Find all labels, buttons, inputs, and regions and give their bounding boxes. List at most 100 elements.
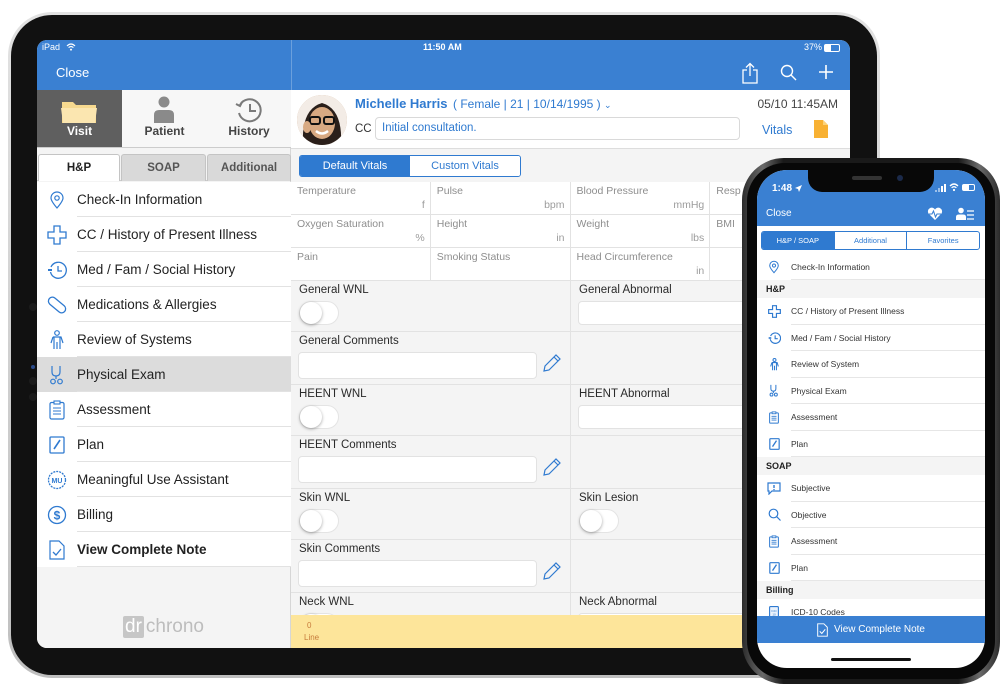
heent-wnl-toggle[interactable]: [299, 405, 339, 429]
pencil-icon[interactable]: [542, 457, 562, 477]
vital-height[interactable]: Height in: [430, 215, 571, 247]
phone-item-cc-hpi[interactable]: CC / History of Present Illness: [757, 298, 985, 325]
phone-item-med-fam-social[interactable]: Med / Fam / Social History: [757, 324, 985, 351]
pen-note-icon: [757, 561, 791, 574]
vitals-link[interactable]: Vitals: [762, 123, 792, 137]
menu-item-check-in[interactable]: Check-In Information: [37, 182, 291, 217]
phone-item-soap-assessment[interactable]: Assessment: [757, 528, 985, 555]
body-icon: [757, 357, 791, 371]
phone-item-label: Subjective: [791, 483, 831, 494]
phone-item-assessment[interactable]: Assessment: [757, 404, 985, 431]
left-panel: Visit Patient History H&P SOAP Additiona…: [37, 90, 291, 648]
phone-item-plan[interactable]: Plan: [757, 430, 985, 457]
sensor-dot: [29, 377, 37, 385]
phone-view-complete-note-button[interactable]: View Complete Note: [757, 616, 985, 643]
pencil-icon[interactable]: [542, 561, 562, 581]
skin-lesion-toggle[interactable]: [579, 509, 619, 533]
phone-item-check-in[interactable]: Check-In Information: [757, 254, 985, 280]
segment-history[interactable]: History: [207, 90, 291, 148]
heart-pulse-icon[interactable]: [927, 207, 943, 221]
tab-soap[interactable]: SOAP: [121, 154, 206, 181]
vitals-segment: Default Vitals Custom Vitals: [299, 155, 521, 177]
stethoscope-icon: [757, 384, 791, 397]
phone-tab-additional[interactable]: Additional: [835, 232, 908, 249]
phone-item-label: Objective: [791, 509, 827, 520]
patient-name[interactable]: Michelle Harris: [355, 96, 448, 111]
menu-item-assessment[interactable]: Assessment: [37, 392, 291, 427]
tab-hp[interactable]: H&P: [38, 154, 120, 181]
patient-avatar[interactable]: [297, 95, 347, 145]
vital-unit: bpm: [544, 199, 565, 211]
heent-comments-label: HEENT Comments: [299, 439, 397, 451]
vital-blood-pressure[interactable]: Blood Pressure mmHg: [570, 182, 711, 214]
vital-pain[interactable]: Pain: [291, 248, 431, 280]
pencil-icon[interactable]: [542, 353, 562, 373]
phone-tabs: H&P / SOAP Additional Favorites: [761, 231, 980, 250]
phone-tab-hp-soap[interactable]: H&P / SOAP: [762, 232, 835, 249]
phone-tab-favorites[interactable]: Favorites: [907, 232, 979, 249]
phone-item-ros[interactable]: Review of System: [757, 351, 985, 378]
chief-complaint-input[interactable]: Initial consultation.: [375, 117, 740, 140]
iphone-speaker: [852, 176, 882, 180]
general-comments-input[interactable]: [298, 352, 537, 379]
menu-item-plan[interactable]: Plan: [37, 427, 291, 462]
menu-item-medications[interactable]: Medications & Allergies: [37, 287, 291, 322]
menu-item-physical-exam[interactable]: Physical Exam: [37, 357, 291, 392]
add-icon[interactable]: [818, 64, 834, 80]
tab-additional[interactable]: Additional: [207, 154, 291, 181]
vital-temperature[interactable]: Temperature f: [291, 182, 431, 214]
vital-oxygen-saturation[interactable]: Oxygen Saturation%: [291, 215, 431, 247]
general-comments-label: General Comments: [299, 335, 399, 347]
phone-close-button[interactable]: Close: [766, 208, 792, 219]
note-icon[interactable]: [814, 120, 828, 138]
menu-item-cc-hpi[interactable]: CC / History of Present Illness: [37, 217, 291, 252]
phone-item-soap-plan[interactable]: Plan: [757, 554, 985, 581]
svg-text:MU: MU: [52, 478, 63, 485]
menu-item-billing[interactable]: $ Billing: [37, 497, 291, 532]
phone-item-physical-exam[interactable]: Physical Exam: [757, 377, 985, 404]
vital-label: Temperature: [297, 185, 356, 197]
general-wnl-label: General WNL: [299, 284, 369, 296]
home-indicator[interactable]: [831, 658, 911, 661]
tab-default-vitals[interactable]: Default Vitals: [300, 156, 410, 176]
device-label: iPad: [42, 42, 61, 52]
phone-item-subjective[interactable]: Subjective: [757, 475, 985, 502]
skin-wnl-label: Skin WNL: [299, 492, 351, 504]
menu-item-ros[interactable]: Review of Systems: [37, 322, 291, 357]
menu-item-med-fam-social[interactable]: Med / Fam / Social History: [37, 252, 291, 287]
phone-item-label: Review of System: [791, 359, 860, 370]
general-wnl-toggle[interactable]: [299, 301, 339, 325]
skin-comments-input[interactable]: [298, 560, 537, 587]
vital-unit: in: [696, 265, 705, 277]
patient-demographics[interactable]: ( Female | 21 | 10/14/1995 ) ⌄: [453, 97, 612, 111]
vital-head-circumference[interactable]: Head Circumference in: [570, 248, 711, 280]
history-clock-icon: [235, 98, 262, 123]
clipboard-icon: [757, 535, 791, 548]
phone-section-header: H&P: [757, 280, 985, 298]
search-icon[interactable]: [780, 64, 797, 81]
share-icon[interactable]: [741, 62, 759, 84]
patient-list-icon[interactable]: [956, 207, 974, 221]
skin-wnl-toggle[interactable]: [299, 509, 339, 533]
segment-visit[interactable]: Visit: [37, 90, 122, 148]
menu-item-mu-assistant[interactable]: MU Meaningful Use Assistant: [37, 462, 291, 497]
vital-unit: mmHg: [673, 199, 705, 211]
search-icon: [757, 508, 791, 522]
close-button[interactable]: Close: [56, 65, 89, 80]
menu-item-view-complete-note[interactable]: View Complete Note: [37, 532, 291, 567]
vital-label: BMI: [716, 218, 735, 230]
wifi-icon: [949, 183, 959, 192]
segment-patient[interactable]: Patient: [122, 90, 207, 148]
heent-wnl-label: HEENT WNL: [299, 388, 367, 400]
vital-smoking-status[interactable]: Smoking Status: [430, 248, 571, 280]
vital-weight[interactable]: Weight lbs: [570, 215, 711, 247]
medical-cross-icon: [757, 304, 791, 318]
vital-pulse[interactable]: Pulse bpm: [430, 182, 571, 214]
split-divider: [291, 40, 292, 90]
heent-comments-input[interactable]: [298, 456, 537, 483]
tab-custom-vitals[interactable]: Custom Vitals: [410, 156, 520, 176]
vital-unit: lbs: [690, 232, 705, 244]
heent-abnormal-label: HEENT Abnormal: [579, 388, 670, 400]
phone-item-objective[interactable]: Objective: [757, 501, 985, 528]
phone-item-label: CC / History of Present Illness: [791, 306, 905, 317]
